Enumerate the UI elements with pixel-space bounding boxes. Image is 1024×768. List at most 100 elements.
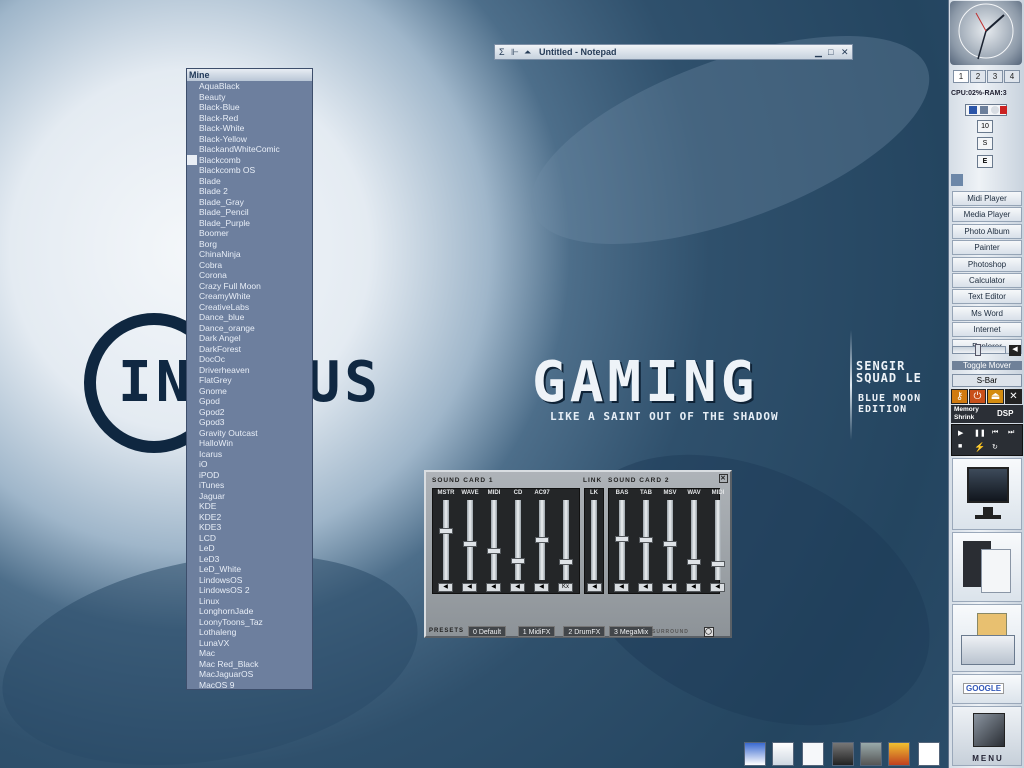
skin-item[interactable]: Jaguar	[187, 491, 312, 502]
notes-icon[interactable]	[772, 742, 794, 766]
channel-fader-track[interactable]	[515, 500, 521, 580]
memory-shrink-button[interactable]: Memory Shrink	[954, 406, 988, 422]
skin-item[interactable]: Dance_blue	[187, 312, 312, 323]
skin-item[interactable]: CreamyWhite	[187, 291, 312, 302]
skin-item[interactable]: Dark Angel	[187, 333, 312, 344]
skin-item[interactable]: Corona	[187, 270, 312, 281]
mute-button[interactable]: ◀	[534, 583, 549, 592]
channel-fader-thumb[interactable]	[439, 528, 453, 535]
mute-button[interactable]: ◀	[438, 583, 453, 592]
google-tile[interactable]: GOOGLE	[952, 674, 1022, 704]
channel-fader-thumb[interactable]	[711, 560, 725, 567]
preset-button[interactable]: 1 MidiFX	[517, 626, 556, 637]
skin-item[interactable]: Crazy Full Moon	[187, 281, 312, 292]
mute-button[interactable]: ◀	[614, 583, 629, 592]
sound-mixer[interactable]: SOUND CARD 1 LINK SOUND CARD 2 ✕ MSTR ◀ WA…	[424, 470, 732, 638]
channel-fader-track[interactable]	[667, 500, 673, 580]
skin-item[interactable]: Gpod2	[187, 407, 312, 418]
link-mute-button[interactable]: ◀	[587, 583, 602, 592]
mute-button[interactable]: ◀	[510, 583, 525, 592]
skin-item[interactable]: Black-Blue	[187, 102, 312, 113]
channel-fader-track[interactable]	[491, 500, 497, 580]
channel-fader-thumb[interactable]	[687, 559, 701, 566]
skin-item[interactable]: AquaBlack	[187, 81, 312, 92]
stop-icon[interactable]: ■	[958, 443, 962, 450]
small-button-e[interactable]: E	[977, 155, 993, 168]
launcher-button[interactable]: Ms Word	[952, 305, 1022, 321]
skin-item[interactable]: KDE3	[187, 522, 312, 533]
skin-item[interactable]: FlatGrey	[187, 375, 312, 386]
close-icon[interactable]: ✕	[841, 47, 849, 58]
skin-item[interactable]: Borg	[187, 239, 312, 250]
small-button-10[interactable]: 10	[977, 120, 993, 133]
my-computer-tile[interactable]	[952, 458, 1022, 530]
sidebar-close-icon[interactable]: ✕	[1005, 389, 1022, 404]
skin-item[interactable]: Gnome	[187, 386, 312, 397]
skin-item[interactable]: LonghornJade	[187, 606, 312, 617]
skin-item[interactable]: Mac Red_Black	[187, 659, 312, 670]
skin-item[interactable]: Blade 2	[187, 186, 312, 197]
skin-item[interactable]: Gpod	[187, 396, 312, 407]
channel-fader-thumb[interactable]	[639, 537, 653, 543]
dsp-button[interactable]: DSP	[997, 409, 1013, 418]
skin-item[interactable]: LeD3	[187, 554, 312, 565]
preset-button[interactable]: 0 Default	[468, 626, 507, 637]
start-menu-button[interactable]: MENU	[952, 706, 1022, 766]
maximize-icon[interactable]: □	[828, 47, 833, 57]
small-button-s[interactable]: S	[977, 137, 993, 150]
minimize-icon[interactable]: ▁	[815, 47, 822, 58]
toggle-mover[interactable]: Toggle Mover	[952, 361, 1022, 370]
channel-fader-thumb[interactable]	[559, 559, 573, 566]
skin-item[interactable]: Blackcomb OS	[187, 165, 312, 176]
skin-item[interactable]: MacJaguarOS	[187, 669, 312, 680]
skin-item[interactable]: iTunes	[187, 480, 312, 491]
skin-list[interactable]: AquaBlack Beauty Black-Blue Black-Red Black-…	[187, 81, 312, 689]
skin-item[interactable]: LoonyToons_Taz	[187, 617, 312, 628]
skin-item[interactable]: iO	[187, 459, 312, 470]
channel-fader-thumb[interactable]	[535, 537, 549, 543]
printer-tray-icon[interactable]	[832, 742, 854, 766]
pin-icon[interactable]: ⊩	[511, 47, 519, 58]
volume-slider-thumb[interactable]	[975, 344, 981, 356]
channel-fader-thumb[interactable]	[615, 535, 629, 542]
launcher-button[interactable]: Text Editor	[952, 289, 1022, 305]
skin-item[interactable]: Cobra	[187, 260, 312, 271]
key-icon[interactable]: ⚷	[951, 389, 968, 404]
skin-item[interactable]: DocOc	[187, 354, 312, 365]
skin-item[interactable]: LCD	[187, 533, 312, 544]
skin-item[interactable]: Blackcomb	[187, 154, 312, 166]
channel-fader-track[interactable]	[563, 500, 569, 580]
skin-item[interactable]: Gravity Outcast	[187, 428, 312, 439]
documents-tile[interactable]	[952, 532, 1022, 602]
skin-item[interactable]: LunaVX	[187, 638, 312, 649]
desktop-icon[interactable]	[744, 742, 766, 766]
notepad-window[interactable]: Σ ⊩ ⏶ Untitled - Notepad ▁ □ ✕	[494, 44, 853, 60]
play-icon[interactable]: ▶	[958, 429, 963, 437]
paint-icon[interactable]	[888, 742, 910, 766]
volume-icon[interactable]	[980, 106, 988, 114]
window-icon[interactable]	[802, 742, 824, 766]
skin-item[interactable]: Mac	[187, 648, 312, 659]
skin-item[interactable]: Blade_Purple	[187, 218, 312, 229]
mute-button[interactable]: ◀	[462, 583, 477, 592]
preset-button[interactable]: 3 MegaMix	[609, 626, 654, 637]
skin-item[interactable]: KDE	[187, 501, 312, 512]
launcher-button[interactable]: Midi Player	[952, 191, 1022, 206]
link-button[interactable]: LK	[585, 490, 603, 496]
skin-item[interactable]: Gpod3	[187, 417, 312, 428]
speaker-icon[interactable]: ◀	[1009, 345, 1021, 356]
alert-icon[interactable]	[1000, 106, 1007, 114]
channel-fader-track[interactable]	[443, 500, 449, 580]
channel-fader-thumb[interactable]	[663, 541, 677, 548]
virtual-desktop-button[interactable]: 2	[970, 70, 986, 83]
power-icon[interactable]: ⏻	[969, 389, 986, 404]
notepad-tray-icon[interactable]	[918, 742, 940, 766]
virtual-desktop-button[interactable]: 3	[987, 70, 1003, 83]
mute-button[interactable]: ◀	[686, 583, 701, 592]
virtual-desktop-button[interactable]: 1	[953, 70, 969, 83]
skin-item[interactable]: HalloWin	[187, 438, 312, 449]
systray-icons[interactable]	[965, 104, 1007, 116]
surround-toggle[interactable]: ◯	[704, 627, 714, 637]
launcher-button[interactable]: Internet	[952, 322, 1022, 338]
prev-icon[interactable]: ⏮	[992, 429, 998, 437]
